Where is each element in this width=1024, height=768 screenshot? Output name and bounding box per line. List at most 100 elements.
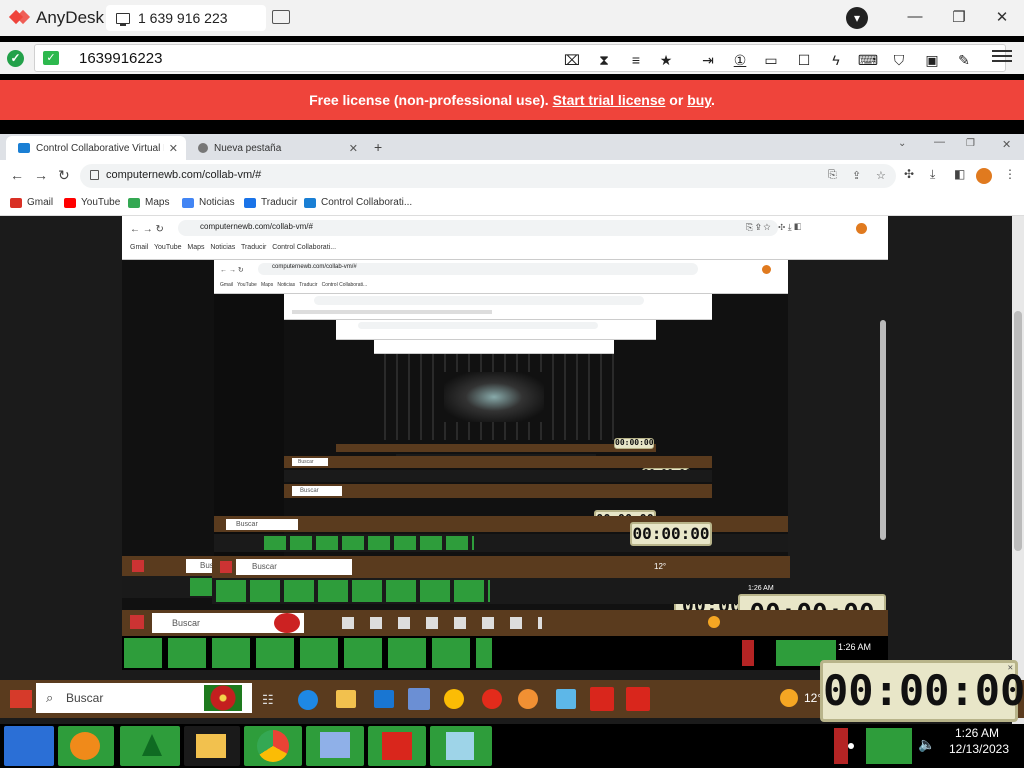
restore-button[interactable]: ❐ <box>947 8 971 26</box>
chrome-menu-icon[interactable]: ⋮ <box>1004 167 1016 181</box>
restore-button[interactable]: ❐ <box>966 138 975 149</box>
start-trial-link[interactable]: Start trial license <box>553 92 666 108</box>
clock-date[interactable]: 12/13/2023 <box>946 742 1012 756</box>
moon-weather-icon[interactable] <box>780 689 798 707</box>
firefox-icon[interactable] <box>518 689 538 709</box>
photos-icon[interactable] <box>556 689 576 709</box>
anydesk-icon[interactable] <box>590 687 614 711</box>
minimize-button[interactable]: — <box>934 136 945 148</box>
back-icon[interactable]: ← <box>10 167 24 183</box>
start-icon[interactable] <box>10 690 32 708</box>
search-box[interactable]: ⌕ Buscar <box>36 683 252 713</box>
chat-icon[interactable]: ☐ <box>793 51 815 69</box>
collabvm-favicon-icon <box>18 143 30 153</box>
profile-avatar[interactable] <box>976 168 992 184</box>
tab-control-collaborative[interactable]: Control Collaborative Virtual Ma ✕ <box>6 136 186 160</box>
new-session-icon[interactable] <box>272 10 290 24</box>
translate-icon[interactable]: ⎘ <box>828 169 837 182</box>
nested-browser-2-page: 00:00:00 Buscar 00:00:00 Buscar <box>214 294 788 560</box>
volume-icon[interactable]: 🔈 <box>918 736 935 753</box>
bookmark-gmail[interactable]: Gmail <box>10 197 53 208</box>
reload-icon[interactable]: ↻ <box>58 167 70 184</box>
monitor-select-icon[interactable]: ① <box>729 51 751 69</box>
mail-icon[interactable] <box>374 690 394 708</box>
christmas-tree-icon[interactable] <box>120 726 180 766</box>
buy-link[interactable]: buy <box>687 92 711 108</box>
bookmark-label: Control Collaborati... <box>272 244 337 251</box>
close-tab-icon[interactable]: ✕ <box>169 142 178 155</box>
hourglass-icon[interactable]: ⧗ <box>593 51 615 69</box>
nested-appbar-0: 1:26 AM <box>122 636 888 670</box>
stopwatch-widget: 00:00:00 <box>614 438 654 449</box>
nested-bookmarks: Gmail YouTube Maps Noticias Traducir Con… <box>130 244 336 251</box>
stopwatch-widget[interactable]: 00:00:00 ✕ <box>820 660 1024 722</box>
extensions-icon[interactable]: ✣ <box>904 167 914 181</box>
actions-lightning-icon[interactable]: ϟ <box>825 51 847 69</box>
computer-icon[interactable] <box>306 726 364 766</box>
opera-icon[interactable] <box>482 689 502 709</box>
nested-url-bar <box>358 322 598 329</box>
whiteboard-pen-icon[interactable]: ✎ <box>953 51 975 69</box>
computer-icon[interactable] <box>408 688 430 710</box>
connected-status-icon: ✓ <box>7 50 24 67</box>
clock-time[interactable]: 1:26 AM <box>946 726 1008 740</box>
bookmark-youtube[interactable]: YouTube <box>64 197 120 208</box>
close-icon[interactable]: ✕ <box>1008 663 1013 673</box>
bookmark-maps[interactable]: Maps <box>128 197 169 208</box>
permissions-shield-icon[interactable]: ⛉ <box>888 51 910 69</box>
santa-start-icon[interactable] <box>4 726 54 766</box>
anydesk-icon[interactable] <box>626 687 650 711</box>
url-bar[interactable]: computernewb.com/collab-vm/# ⎘ ⇪ ☆ <box>80 164 896 188</box>
session-tab[interactable]: 1 639 916 223 <box>106 5 266 31</box>
new-tab-icon[interactable]: + <box>374 139 382 155</box>
stopwatch-time: 00:00:00 <box>615 438 654 447</box>
tab-nueva-pestana[interactable]: Nueva pestaña ✕ <box>186 136 366 160</box>
bookmark-noticias[interactable]: Noticias <box>182 197 235 208</box>
bookmark-collabvm[interactable]: Control Collaborati... <box>304 197 412 208</box>
firefox-icon[interactable] <box>58 726 114 766</box>
tiny-taskbar-row: Buscar <box>284 456 712 468</box>
file-explorer-icon[interactable] <box>336 690 356 708</box>
bookmark-traducir[interactable]: Traducir <box>244 197 297 208</box>
chrome-icon[interactable] <box>244 726 302 766</box>
notepad-icon[interactable] <box>430 726 492 766</box>
notepad-logo-icon <box>446 732 474 760</box>
side-panel-icon[interactable]: ◧ <box>954 167 965 181</box>
nested-search-box: Buscar <box>236 559 352 575</box>
privacy-icon[interactable]: ⌧ <box>561 51 583 69</box>
session-tab-label: 1 639 916 223 <box>138 10 228 26</box>
edge-icon[interactable] <box>298 690 318 710</box>
nested-scrollbar <box>880 320 886 540</box>
scrollbar-thumb[interactable] <box>1014 311 1022 551</box>
bookmark-star-icon[interactable]: ☆ <box>876 169 886 182</box>
tab-search-icon[interactable]: ⌄ <box>898 138 906 149</box>
download-icon[interactable]: ▾ <box>846 7 868 29</box>
forward-icon[interactable]: → <box>34 167 48 183</box>
remote-desktop[interactable]: Control Collaborative Virtual Ma ✕ Nueva… <box>0 134 1024 768</box>
address-field[interactable]: ✓ 1639916223 ⌧ ⧗ ≡ ★ ⇥ ① ▭ ☐ ϟ ⌨ ⛉ ▣ ✎ <box>34 44 1006 72</box>
database-icon[interactable]: ≡ <box>625 51 647 69</box>
file-explorer-icon[interactable] <box>184 726 240 766</box>
chrome-icon[interactable] <box>444 689 464 709</box>
nested-appbar-1: 1:26 AM <box>212 578 790 604</box>
license-banner: Free license (non-professional use). Sta… <box>0 80 1024 120</box>
star-icon[interactable]: ★ <box>655 51 677 69</box>
maps-icon <box>128 197 140 208</box>
file-transfer-icon[interactable]: ⇥ <box>697 51 719 69</box>
tray-icons[interactable] <box>866 728 912 764</box>
close-button[interactable]: ✕ <box>990 8 1014 26</box>
close-button[interactable]: ✕ <box>1002 138 1011 151</box>
close-tab-icon[interactable]: ✕ <box>349 142 358 155</box>
screen: { "anydesk": { "app_name": "AnyDesk", "s… <box>0 0 1024 768</box>
download-icon[interactable]: ⤓ <box>930 167 935 182</box>
hamburger-menu-icon[interactable] <box>992 47 1012 65</box>
minimize-button[interactable]: — <box>903 8 927 25</box>
keyboard-icon[interactable]: ⌨ <box>857 51 879 69</box>
screenshot-icon[interactable]: ▣ <box>921 51 943 69</box>
anydesk-icon[interactable] <box>368 726 426 766</box>
display-icon[interactable]: ▭ <box>760 51 782 69</box>
share-icon[interactable]: ⇪ <box>852 169 861 182</box>
secure-check-icon: ✓ <box>43 51 59 65</box>
task-view-icon[interactable]: ☷ <box>262 692 274 708</box>
url-text: computernewb.com/collab-vm/# <box>106 169 262 181</box>
